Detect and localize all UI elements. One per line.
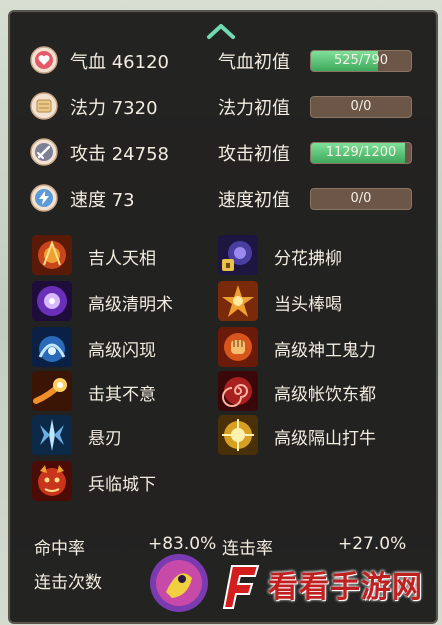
skill-name: 高级帐饮东都 [274,385,376,405]
collapse-arrow-icon[interactable] [206,22,236,40]
skill-item[interactable]: 当头棒喝 [218,281,408,325]
watermark-logo-icon [150,554,208,612]
hit-rate-label: 命中率 [34,539,85,559]
attack-value: 攻击 24758 [70,144,169,165]
mp-value: 法力 7320 [70,98,158,119]
speed-init-bar: 0/0 [310,188,412,210]
sword-icon [30,138,58,166]
speed-init-label: 速度初值 [218,190,290,211]
skill-name: 当头棒喝 [274,295,342,315]
skill-item[interactable]: 高级神工鬼力 [218,327,408,371]
hp-init-bar: 525/790 [310,50,412,72]
skill-item[interactable]: 击其不意 [32,371,222,415]
watermark-text: 看看手游网 [268,570,423,605]
attack-init-bar: 1129/1200 [310,142,412,164]
skill-item[interactable]: 分花拂柳 [218,235,408,279]
stat-row-mp: 法力 7320 法力初值 0/0 [30,90,420,124]
watermark-f-icon [222,565,260,609]
mp-init-bar-text: 0/0 [350,99,372,114]
skill-item[interactable]: 悬刃 [32,415,222,459]
red-spiral-icon [218,371,258,411]
skill-name: 分花拂柳 [274,249,342,269]
skill-item[interactable]: 高级清明术 [32,281,222,325]
combo-rate-label: 连击率 [222,539,273,559]
skill-item[interactable]: 高级闪现 [32,327,222,371]
combo-rate-value: +27.0% [338,534,407,554]
hp-init-bar-text: 525/790 [333,53,388,68]
skill-item[interactable]: 高级帐饮东都 [218,371,408,415]
locked-scroll-icon [218,235,258,275]
stat-row-attack: 攻击 24758 攻击初值 1129/1200 [30,136,420,170]
hp-value: 气血 46120 [70,52,169,73]
skill-name: 高级隔山打牛 [274,429,376,449]
hit-rate-value: +83.0% [148,534,217,554]
burst-icon [218,281,258,321]
mp-init-label: 法力初值 [218,98,290,119]
skill-name: 高级清明术 [88,295,173,315]
skill-item[interactable]: 兵临城下 [32,461,222,505]
attack-init-label: 攻击初值 [218,144,290,165]
skill-name: 悬刃 [88,429,122,449]
demon-face-icon [32,461,72,501]
comet-icon [32,371,72,411]
heart-icon [30,46,58,74]
stat-row-hp: 气血 46120 气血初值 525/790 [30,44,420,78]
speed-value: 速度 73 [70,190,135,211]
ice-blade-icon [32,415,72,455]
hp-init-label: 气血初值 [218,52,290,73]
combo-count-label: 连击次数 [34,573,102,593]
skill-name: 高级神工鬼力 [274,341,376,361]
blue-flash-icon [32,327,72,367]
mana-icon [30,92,58,120]
lightning-icon [30,184,58,212]
skill-item[interactable]: 吉人天相 [32,235,222,279]
fist-icon [218,327,258,367]
mp-init-bar: 0/0 [310,96,412,118]
purple-orb-icon [32,281,72,321]
stat-row-speed: 速度 73 速度初值 0/0 [30,182,420,216]
fire-aura-icon [32,235,72,275]
skill-name: 击其不意 [88,385,156,405]
skill-name: 高级闪现 [88,341,156,361]
skill-item[interactable]: 高级隔山打牛 [218,415,408,459]
skill-name: 吉人天相 [88,249,156,269]
golden-burst-icon [218,415,258,455]
attack-init-bar-text: 1129/1200 [325,145,397,160]
speed-init-bar-text: 0/0 [350,191,372,206]
skill-name: 兵临城下 [88,475,156,495]
